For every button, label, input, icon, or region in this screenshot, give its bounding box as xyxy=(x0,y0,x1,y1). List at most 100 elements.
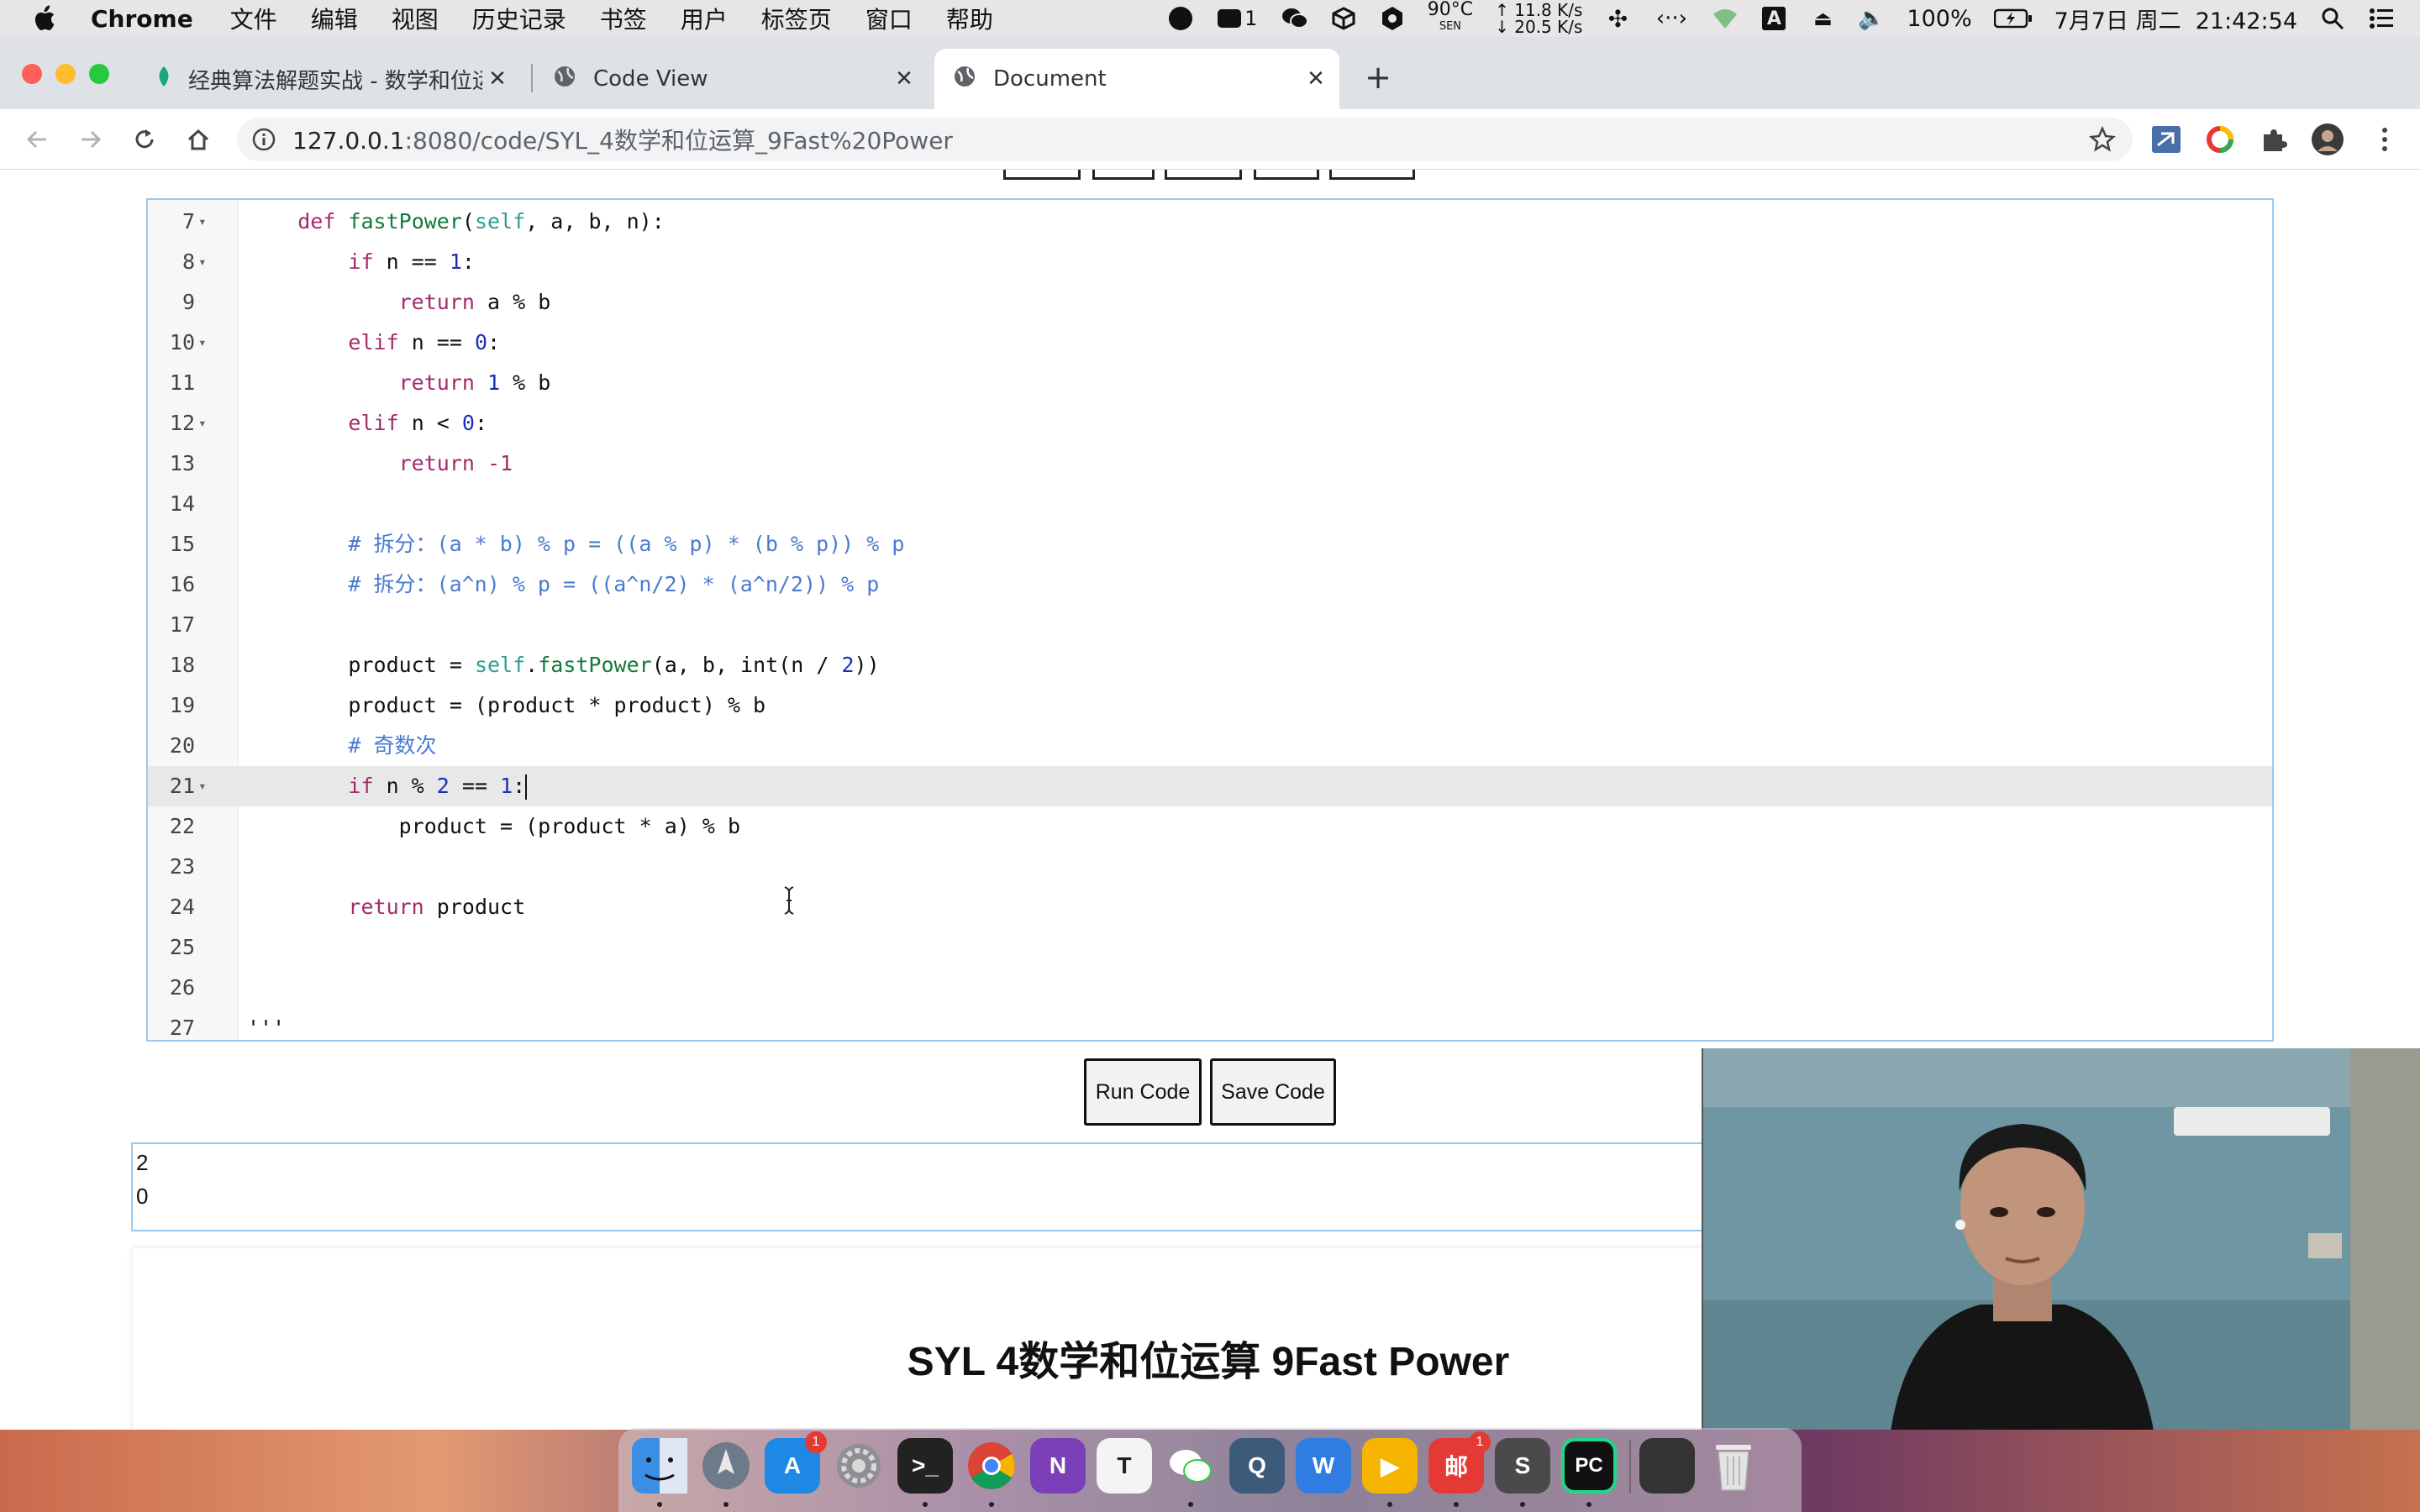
toolbar-button-stub[interactable] xyxy=(1254,170,1319,180)
tab-algorithm-course[interactable]: 经典算法解题实战 - 数学和位运算 ✕ xyxy=(143,49,521,109)
new-tab-button[interactable]: + xyxy=(1361,60,1395,94)
input-method-icon[interactable]: A xyxy=(1760,5,1787,32)
clock[interactable]: 7月7日 周二 21:42:54 xyxy=(2054,3,2297,35)
trash-icon[interactable] xyxy=(1706,1438,1761,1494)
typora-icon[interactable]: T xyxy=(1097,1438,1152,1494)
home-button[interactable] xyxy=(180,121,217,158)
code-line[interactable]: 18 product = self.fastPower(a, b, int(n … xyxy=(148,645,2272,685)
vpn-icon[interactable] xyxy=(1712,5,1739,32)
terminal-icon[interactable]: >_ xyxy=(897,1438,953,1494)
code-line[interactable]: 9 return a % b xyxy=(148,282,2272,323)
code-line[interactable]: 11 return 1 % b xyxy=(148,363,2272,403)
info-icon[interactable] xyxy=(252,128,276,157)
profile-avatar[interactable] xyxy=(2311,123,2344,156)
launchpad-icon[interactable] xyxy=(698,1438,754,1494)
code-line[interactable]: 15 # 拆分：(a * b) % p = ((a % p) * (b % p)… xyxy=(148,524,2272,564)
forward-button[interactable] xyxy=(72,121,109,158)
battery-icon[interactable] xyxy=(1993,5,2033,32)
toolbar-button-stub[interactable] xyxy=(1092,170,1155,180)
menu-tabs[interactable]: 标签页 xyxy=(761,2,832,35)
menu-bookmarks[interactable]: 书签 xyxy=(600,2,647,35)
fold-arrow-icon[interactable]: ▾ xyxy=(198,323,218,363)
fold-arrow-icon[interactable]: ▾ xyxy=(198,766,218,806)
eject-icon[interactable]: ⏏ xyxy=(1809,5,1836,32)
menu-view[interactable]: 视图 xyxy=(392,2,439,35)
pycharm-icon[interactable]: PC xyxy=(1561,1438,1617,1494)
system-preferences-icon[interactable] xyxy=(831,1438,886,1494)
menu-file[interactable]: 文件 xyxy=(230,2,277,35)
window-zoom-button[interactable] xyxy=(89,64,109,84)
code-line[interactable]: 22 product = (product * a) % b xyxy=(148,806,2272,847)
code-line[interactable]: 24 return product xyxy=(148,887,2272,927)
menu-history[interactable]: 历史记录 xyxy=(472,2,566,35)
reload-button[interactable] xyxy=(126,121,163,158)
wps-icon[interactable]: W xyxy=(1296,1438,1351,1494)
onenote-icon[interactable]: N xyxy=(1030,1438,1086,1494)
back-button[interactable] xyxy=(18,121,55,158)
window-minimize-button[interactable] xyxy=(55,64,76,84)
fold-arrow-icon[interactable]: ▾ xyxy=(198,242,218,282)
fold-arrow-icon[interactable]: ▾ xyxy=(198,403,218,444)
code-line[interactable]: 20 # 奇数次 xyxy=(148,726,2272,766)
code-line[interactable]: 16 # 拆分：(a^n) % p = ((a^n/2) * (a^n/2)) … xyxy=(148,564,2272,605)
toolbar-button-stub[interactable] xyxy=(1165,170,1242,180)
wechat-status-icon[interactable] xyxy=(1281,5,1308,32)
tab-close-icon[interactable]: ✕ xyxy=(892,67,916,91)
chrome-icon[interactable] xyxy=(964,1438,1019,1494)
hexagon-icon[interactable] xyxy=(1379,5,1406,32)
fan-icon[interactable]: ✣ xyxy=(1604,5,1631,33)
finder-icon[interactable] xyxy=(632,1438,687,1494)
pycharm-window-icon[interactable] xyxy=(1639,1438,1695,1494)
volume-icon[interactable]: 🔈 xyxy=(1858,5,1885,32)
record-icon[interactable] xyxy=(1167,5,1194,32)
code-line[interactable]: 7 ▾ def fastPower(self, a, b, n): xyxy=(148,202,2272,242)
code-brackets-icon[interactable]: ‹··› xyxy=(1653,5,1690,32)
tab-close-icon[interactable]: ✕ xyxy=(486,67,509,91)
bookmark-star-icon[interactable] xyxy=(2089,125,2116,159)
wechat-icon[interactable] xyxy=(1163,1438,1218,1494)
infuse-icon[interactable]: ▶ xyxy=(1362,1438,1418,1494)
code-editor[interactable]: 7 ▾ def fastPower(self, a, b, n): 8 ▾ if n … xyxy=(146,198,2274,1042)
spotlight-search-icon[interactable] xyxy=(2319,5,2346,32)
url-text[interactable]: 127.0.0.1:8080/code/SYL_4数学和位运算_9Fast%20… xyxy=(292,123,953,156)
code-line[interactable]: 25 xyxy=(148,927,2272,968)
code-line[interactable]: 12 ▾ elif n < 0: xyxy=(148,403,2272,444)
code-line[interactable]: 13 return -1 xyxy=(148,444,2272,484)
code-line[interactable]: 23 xyxy=(148,847,2272,887)
menu-user[interactable]: 用户 xyxy=(681,2,728,35)
window-close-button[interactable] xyxy=(22,64,42,84)
code-line[interactable]: 10 ▾ elif n == 0: xyxy=(148,323,2272,363)
toolbar-button-stub[interactable] xyxy=(1003,170,1081,180)
temperature-readout[interactable]: 90°C SEN xyxy=(1428,1,1473,35)
tab-document[interactable]: Document ✕ xyxy=(934,49,1339,109)
box-icon[interactable] xyxy=(1330,5,1357,32)
apple-logo-icon[interactable] xyxy=(32,5,66,32)
fold-arrow-icon[interactable]: ▾ xyxy=(198,202,218,242)
tab-close-icon[interactable]: ✕ xyxy=(1304,67,1328,91)
color-ring-extension-icon[interactable] xyxy=(2203,123,2237,156)
code-line[interactable]: 14 xyxy=(148,484,2272,524)
address-bar[interactable]: 127.0.0.1:8080/code/SYL_4数学和位运算_9Fast%20… xyxy=(237,118,2133,161)
code-line[interactable]: 17 xyxy=(148,605,2272,645)
code-line[interactable]: 19 product = (product * product) % b xyxy=(148,685,2272,726)
code-line[interactable]: 8 ▾ if n == 1: xyxy=(148,242,2272,282)
sublime-icon[interactable]: S xyxy=(1495,1438,1550,1494)
menu-edit[interactable]: 编辑 xyxy=(311,2,358,35)
control-center-icon[interactable] xyxy=(2368,5,2395,32)
tab-code-view[interactable]: Code View ✕ xyxy=(541,49,928,109)
menu-window[interactable]: 窗口 xyxy=(865,2,913,35)
chrome-menu-icon[interactable] xyxy=(2368,123,2402,156)
code-line[interactable]: 26 xyxy=(148,968,2272,1008)
screen-share-extension-icon[interactable] xyxy=(2149,123,2183,156)
run-code-button[interactable]: Run Code xyxy=(1084,1058,1202,1126)
extensions-puzzle-icon[interactable] xyxy=(2257,123,2291,156)
network-speed-readout[interactable]: ↑ 11.8 K/s ↓ 20.5 K/s xyxy=(1495,2,1582,35)
mail-app-icon[interactable]: 邮1 xyxy=(1428,1431,1491,1494)
app-store-icon[interactable]: A1 xyxy=(765,1431,827,1494)
toolbar-button-stub[interactable] xyxy=(1329,170,1415,180)
battery-percent[interactable]: 100% xyxy=(1907,6,1971,32)
code-line[interactable]: 21 ▾ if n % 2 == 1: xyxy=(148,766,2272,806)
quicktime-icon[interactable]: Q xyxy=(1229,1438,1285,1494)
save-code-button[interactable]: Save Code xyxy=(1210,1058,1336,1126)
mail-status-icon[interactable]: 1 xyxy=(1216,5,1260,32)
